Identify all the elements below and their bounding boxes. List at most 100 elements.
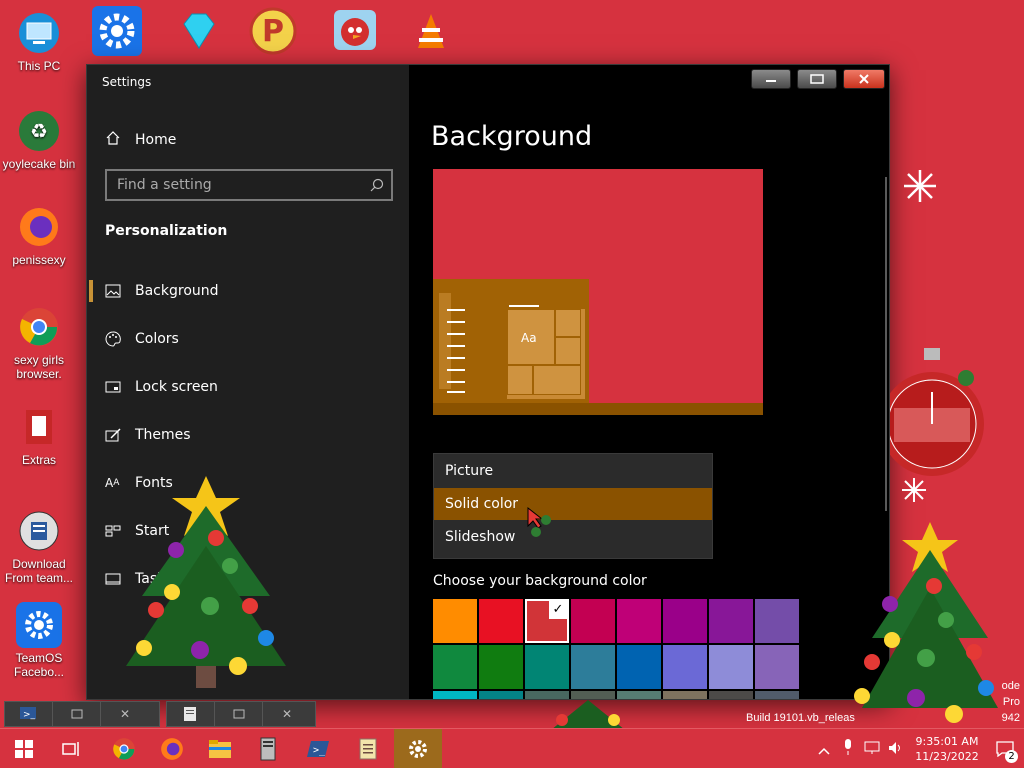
svg-text:>_: >_ [313,745,326,756]
volume-icon[interactable] [884,740,908,759]
background-preview: Aa [433,169,763,415]
color-swatch[interactable] [663,645,707,689]
color-swatch[interactable] [709,599,753,643]
color-swatch[interactable] [571,599,615,643]
sidebar-item-label: Colors [135,331,179,347]
preview-tile-text: Aa [521,331,537,345]
color-swatch[interactable]: ✓ [525,599,569,643]
desktop-icon-p-logo[interactable]: P [248,6,298,56]
start-button[interactable] [0,729,48,768]
close-button[interactable] [843,69,885,89]
christmas-tree-decoration [854,522,998,723]
themes-icon [105,427,135,443]
color-swatch[interactable] [663,691,707,699]
sidebar-item-lock-screen[interactable]: Lock screen [87,367,409,407]
color-swatch[interactable] [433,691,477,699]
desktop-icon-extras[interactable]: Extras [1,404,77,467]
desktop-icon-label: penissexy [12,253,66,267]
color-swatch[interactable] [755,645,799,689]
color-swatch[interactable] [663,599,707,643]
palette-icon [105,331,135,347]
desktop-icon-teamos[interactable]: TeamOS Facebo... [1,602,77,679]
sidebar-item-label: Background [135,283,219,299]
desktop-icon-this-pc[interactable]: This PC [1,10,77,73]
preview-line [447,357,465,359]
color-swatch[interactable] [525,645,569,689]
color-swatch[interactable] [617,691,661,699]
taskbar-file-explorer[interactable] [196,729,244,768]
build-watermark: Build 19101.vb_releas [746,712,855,724]
search-icon [363,171,391,199]
color-swatch[interactable] [571,645,615,689]
clock[interactable]: 9:35:01 AM 11/23/2022 [908,734,986,764]
minimize-button[interactable] [751,69,791,89]
chevron-up-icon[interactable] [812,740,836,759]
diamond-icon [183,13,215,49]
desktop-icon-label: Download From team... [4,557,73,585]
desktop-icon-penissexy[interactable]: penissexy [1,204,77,267]
color-swatch[interactable] [755,599,799,643]
close-icon[interactable]: ✕ [263,702,311,726]
desktop-icon-vlc[interactable] [406,6,456,56]
taskbar-server[interactable] [244,729,292,768]
chrome-icon [113,738,135,760]
maximize-icon[interactable] [215,702,263,726]
background-type-dropdown[interactable]: Picture Solid color Slideshow [433,453,713,559]
color-swatch[interactable] [525,691,569,699]
color-swatch[interactable] [433,599,477,643]
option-picture[interactable]: Picture [434,455,712,487]
notification-button[interactable]: 2 [986,729,1024,768]
desktop-icon-chrome[interactable]: sexy girls browser. [1,304,77,381]
system-tray: 9:35:01 AM 11/23/2022 2 [812,729,1024,768]
network-icon[interactable] [860,740,884,759]
taskbar-notepad[interactable] [344,729,392,768]
preview-line [447,321,465,323]
firefox-icon [16,204,62,250]
chrome-icon [16,304,62,350]
taskbar-powershell[interactable]: >_ [294,729,342,768]
preview-taskbar [433,403,763,415]
desktop-icon-angry-bird[interactable] [330,6,380,56]
color-swatch[interactable] [479,599,523,643]
taskbar-chrome[interactable] [100,729,148,768]
sidebar-item-background[interactable]: Background [87,271,409,311]
scrollbar[interactable] [885,177,887,511]
nav-home[interactable]: Home [105,129,176,151]
mini-window-2[interactable]: ✕ [166,701,316,727]
clock-date: 11/23/2022 [915,750,979,763]
taskbar-settings[interactable] [394,729,442,768]
task-view-button[interactable] [48,729,96,768]
color-swatch[interactable] [709,645,753,689]
svg-text:♻: ♻ [30,121,48,143]
close-icon[interactable]: ✕ [101,702,149,726]
maximize-icon [810,74,824,84]
settings-gear-icon [16,602,62,648]
notification-count: 2 [1005,750,1018,763]
microphone-icon[interactable] [836,739,860,759]
color-swatch[interactable] [617,645,661,689]
desktop-icon-recycle-bin[interactable]: ♻ yoylecake bin [1,108,77,171]
taskbar-firefox[interactable] [148,729,196,768]
color-swatch[interactable] [709,691,753,699]
color-swatch[interactable] [571,691,615,699]
desktop-icon-download[interactable]: Download From team... [1,508,77,585]
search-input[interactable]: Find a setting [105,169,393,201]
option-solid-color[interactable]: Solid color [434,488,712,520]
color-swatch[interactable] [479,645,523,689]
preview-tile [555,337,581,365]
color-swatch[interactable] [617,599,661,643]
desktop-icon-diamond[interactable] [174,6,224,56]
mini-window-1[interactable]: >_ ✕ [4,701,160,727]
maximize-icon[interactable] [53,702,101,726]
color-swatch[interactable] [755,691,799,699]
color-swatch[interactable] [479,691,523,699]
option-slideshow[interactable]: Slideshow [434,521,712,553]
sidebar-item-themes[interactable]: Themes [87,415,409,455]
color-swatch[interactable] [433,645,477,689]
maximize-button[interactable] [797,69,837,89]
preview-line [447,345,465,347]
preview-line [509,305,539,307]
sidebar-item-colors[interactable]: Colors [87,319,409,359]
desktop-icon-teamos-top[interactable] [92,6,142,56]
p-logo-icon: P [249,7,297,55]
